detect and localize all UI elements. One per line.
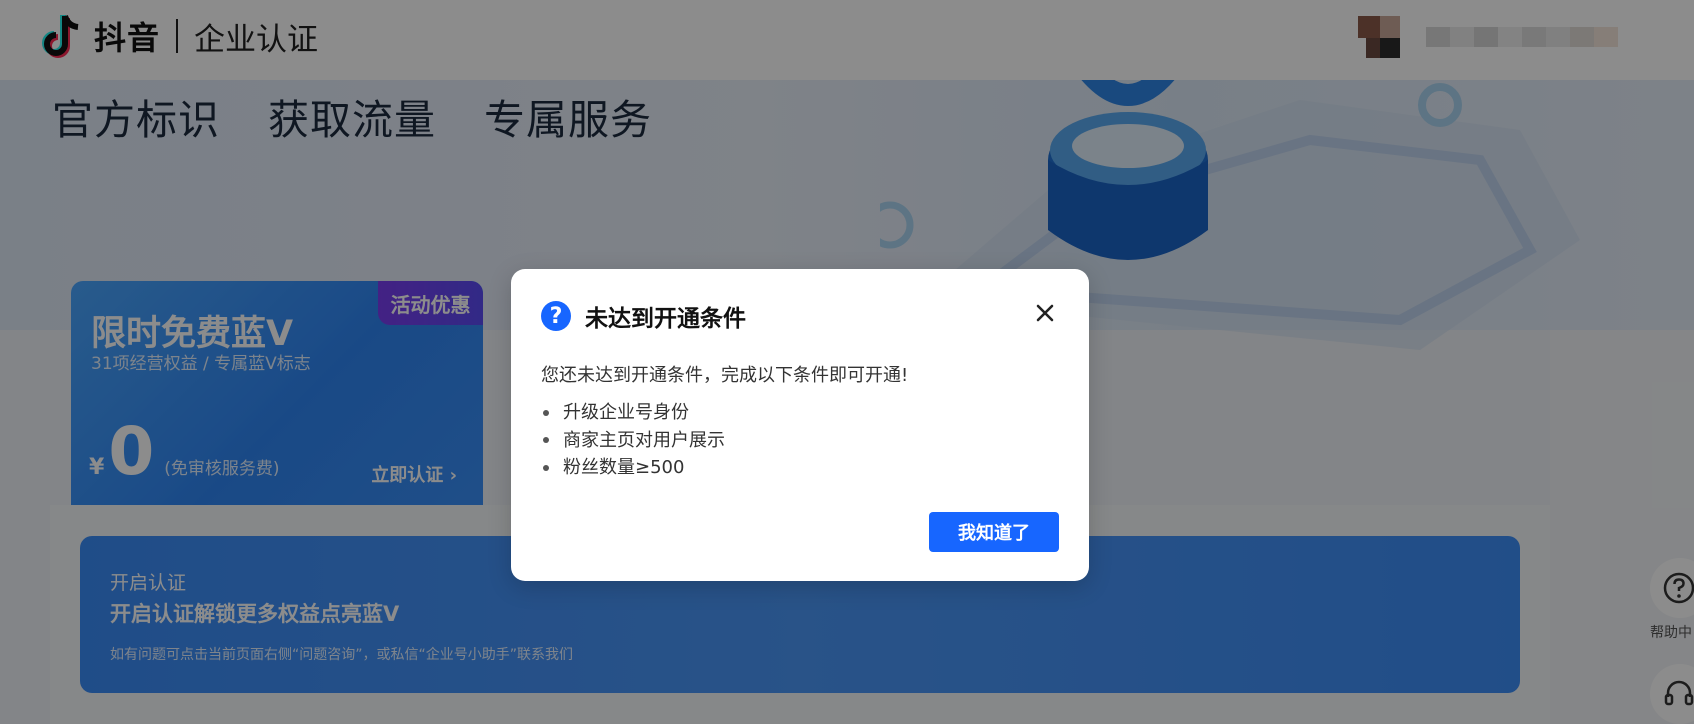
close-icon[interactable] [1033, 301, 1057, 325]
condition-list: 升级企业号身份 商家主页对用户展示 粉丝数量≥500 [541, 399, 725, 482]
condition-text: 粉丝数量≥500 [563, 457, 685, 478]
got-it-button[interactable]: 我知道了 [929, 512, 1059, 552]
dialog-title: 未达到开通条件 [585, 306, 746, 332]
list-item: 商家主页对用户展示 [541, 427, 725, 455]
condition-text: 商家主页对用户展示 [563, 429, 725, 451]
condition-dialog: ? 未达到开通条件 您还未达到开通条件，完成以下条件即可开通! 升级企业号身份 … [511, 269, 1089, 581]
list-item: 升级企业号身份 [541, 399, 725, 427]
question-icon: ? [541, 301, 571, 331]
condition-text: 升级企业号身份 [563, 402, 689, 423]
list-item: 粉丝数量≥500 [541, 454, 725, 482]
dialog-description: 您还未达到开通条件，完成以下条件即可开通! [541, 365, 909, 386]
dialog-header: ? 未达到开通条件 [541, 299, 746, 333]
